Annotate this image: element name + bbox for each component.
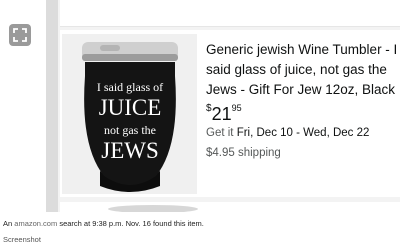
tumbler-text-line-3: not gas the [104,123,156,137]
product-price: $2195 [206,103,242,125]
screenshot-panel: I said glass of JUICE not gas the JEWS G… [0,0,400,212]
previous-result-card [60,0,400,27]
delivery-prefix: Get it [206,127,234,139]
tumbler-text-line-1: I said glass of [97,80,163,94]
product-image[interactable]: I said glass of JUICE not gas the JEWS [76,36,184,194]
tumbler-text-line-2: JUICE [99,95,162,120]
shipping-cost: $4.95 shipping [206,147,281,159]
expand-button[interactable] [9,24,31,46]
next-result-card [60,202,400,212]
expand-icon [13,28,27,42]
delivery-estimate: Get it Fri, Dec 10 - Wed, Dec 22 [206,127,369,139]
caption-text: search at 9:38 p.m. Nov. 16 found this i… [59,219,204,228]
tumbler-text-line-4: JEWS [101,138,159,163]
caption-prefix: An [3,219,13,228]
scrollbar-track[interactable] [46,0,58,212]
image-credit: Screenshot [3,235,41,244]
product-card[interactable]: I said glass of JUICE not gas the JEWS G… [60,30,400,197]
price-whole: 21 [211,104,232,124]
delivery-dates: Fri, Dec 10 - Wed, Dec 22 [236,127,370,139]
price-fraction: 95 [231,103,242,113]
product-image-cell[interactable]: I said glass of JUICE not gas the JEWS [62,34,197,194]
product-title-link[interactable]: Generic jewish Wine Tumbler - I said gla… [206,40,398,100]
image-caption: An amazon.com search at 9:38 p.m. Nov. 1… [3,219,204,228]
next-result-image [108,205,198,212]
caption-site: amazon.com [14,219,58,228]
